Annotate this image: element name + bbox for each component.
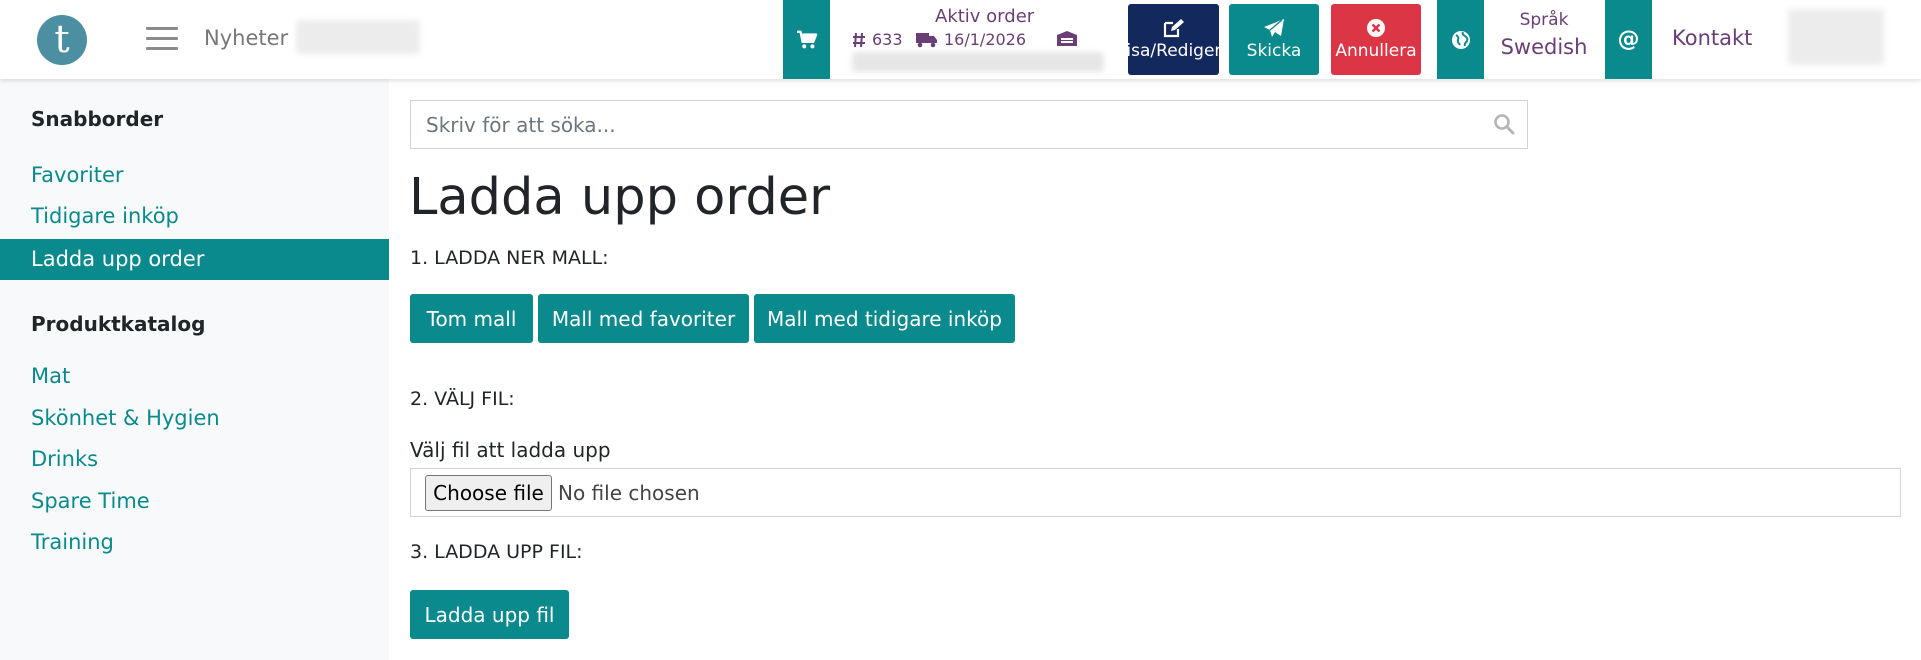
language-button[interactable] bbox=[1437, 0, 1484, 79]
choose-file-button[interactable]: Choose file bbox=[425, 474, 552, 511]
edit-icon bbox=[1163, 19, 1184, 38]
nav-news-link[interactable]: Nyheter bbox=[204, 26, 288, 50]
blurred-nav-item bbox=[296, 20, 420, 54]
cancel-icon bbox=[1367, 19, 1385, 37]
previous-purchases-template-button[interactable]: Mall med tidigare inköp bbox=[754, 294, 1015, 343]
sidebar-item-drinks[interactable]: Drinks bbox=[0, 439, 389, 480]
sidebar: Snabborder Favoriter Tidigare inköp Ladd… bbox=[0, 79, 389, 660]
order-delivery-date: 16/1/2026 bbox=[916, 30, 1026, 49]
cancel-label: Annullera bbox=[1335, 41, 1417, 61]
top-header: t Nyheter Aktiv order 633 16/1/2026 isa/… bbox=[0, 0, 1921, 79]
favorites-template-button[interactable]: Mall med favoriter bbox=[538, 294, 749, 343]
step-1-label: 1. LADDA NER MALL: bbox=[410, 247, 609, 269]
view-edit-order-button[interactable]: Visa/Redigera bbox=[1128, 4, 1219, 75]
contact-button[interactable]: @ bbox=[1605, 0, 1652, 79]
sidebar-item-food[interactable]: Mat bbox=[0, 356, 389, 397]
language-value: Swedish bbox=[1500, 35, 1588, 59]
sidebar-item-upload-order[interactable]: Ladda upp order bbox=[0, 239, 389, 280]
search-input[interactable] bbox=[411, 101, 1527, 148]
view-edit-label: Visa/Redigera bbox=[1128, 41, 1219, 61]
active-order-title: Aktiv order bbox=[935, 6, 1035, 27]
step-3-label: 3. LADDA UPP FIL: bbox=[410, 541, 583, 563]
sidebar-item-training[interactable]: Training bbox=[0, 522, 389, 563]
sidebar-item-beauty-hygiene[interactable]: Skönhet & Hygien bbox=[0, 398, 389, 439]
sidebar-item-favorites[interactable]: Favoriter bbox=[0, 155, 389, 196]
step-2-label: 2. VÄLJ FIL: bbox=[410, 388, 515, 410]
send-order-button[interactable]: Skicka bbox=[1229, 4, 1319, 75]
send-label: Skicka bbox=[1246, 41, 1302, 61]
cart-icon bbox=[796, 30, 817, 48]
logo[interactable]: t bbox=[37, 15, 87, 65]
sidebar-heading-quick-order: Snabborder bbox=[31, 107, 164, 131]
search-icon[interactable] bbox=[1493, 113, 1515, 135]
warehouse-icon bbox=[1056, 30, 1078, 50]
cancel-order-button[interactable]: Annullera bbox=[1331, 4, 1421, 75]
order-number: 633 bbox=[852, 30, 903, 49]
truck-icon bbox=[916, 32, 937, 47]
at-icon: @ bbox=[1617, 27, 1640, 52]
hamburger-icon[interactable] bbox=[146, 27, 178, 51]
language-selector[interactable]: Språk Swedish bbox=[1484, 10, 1604, 59]
contact-link[interactable]: Kontakt bbox=[1672, 26, 1752, 50]
sidebar-heading-catalog: Produktkatalog bbox=[31, 312, 206, 336]
sidebar-item-previous-purchases[interactable]: Tidigare inköp bbox=[0, 196, 389, 237]
empty-template-button[interactable]: Tom mall bbox=[410, 294, 533, 343]
file-input[interactable]: Choose file No file chosen bbox=[410, 468, 1901, 517]
hash-icon bbox=[853, 32, 865, 47]
file-input-label: Välj fil att ladda upp bbox=[410, 438, 611, 462]
send-icon bbox=[1264, 19, 1284, 37]
page-title: Ladda upp order bbox=[409, 168, 831, 227]
order-date-value: 16/1/2026 bbox=[944, 30, 1027, 49]
language-label: Språk bbox=[1519, 10, 1569, 30]
cart-button[interactable] bbox=[783, 0, 830, 79]
blurred-user-avatar[interactable] bbox=[1788, 9, 1884, 65]
globe-icon bbox=[1451, 30, 1470, 49]
upload-file-button[interactable]: Ladda upp fil bbox=[410, 590, 569, 639]
search-box bbox=[410, 100, 1528, 149]
blurred-order-detail bbox=[852, 52, 1104, 72]
no-file-chosen-text: No file chosen bbox=[558, 480, 700, 505]
order-number-value: 633 bbox=[872, 30, 903, 49]
active-order-info[interactable]: Aktiv order 633 16/1/2026 bbox=[852, 6, 1104, 52]
sidebar-item-spare-time[interactable]: Spare Time bbox=[0, 481, 389, 522]
